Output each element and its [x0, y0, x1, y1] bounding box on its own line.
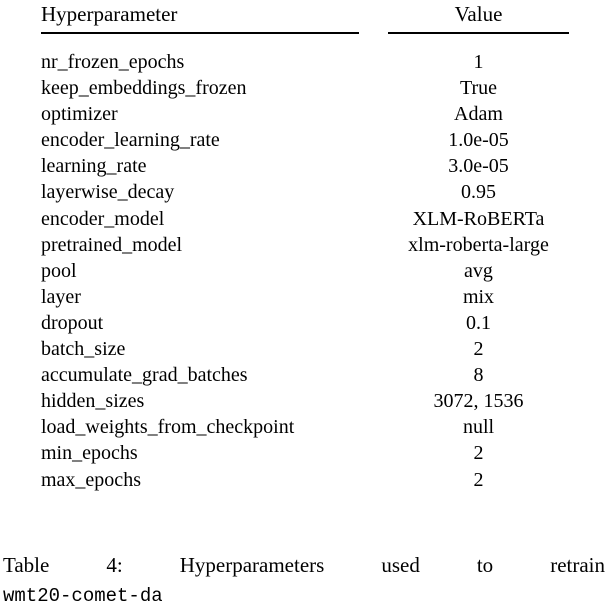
table-row: hidden_sizes 3072, 1536	[0, 388, 608, 414]
header-rule-left	[41, 32, 359, 34]
table-figure-page: Hyperparameter Value nr_frozen_epochs 1 …	[0, 0, 608, 607]
cell-parameter: optimizer	[41, 103, 118, 126]
cell-value: True	[459, 77, 498, 100]
caption-line-1: Table 4: Hyperparameters used to retrain	[3, 551, 605, 580]
cell-parameter: dropout	[41, 311, 104, 334]
cell-value: 3072, 1536	[433, 390, 524, 413]
column-header-hyperparameter: Hyperparameter	[41, 2, 178, 26]
caption-word: retrain	[550, 553, 605, 577]
table-row: layer mix	[0, 284, 608, 310]
table-row: optimizer Adam	[0, 101, 608, 127]
cell-value: 2	[473, 442, 484, 465]
column-header-value: Value	[454, 2, 503, 26]
model-name-code: wmt20-comet-da	[3, 585, 163, 607]
cell-parameter: pretrained_model	[41, 233, 183, 256]
cell-value: 0.1	[466, 311, 491, 334]
caption-word: to	[476, 553, 494, 577]
hyperparameter-table: Hyperparameter Value nr_frozen_epochs 1 …	[0, 0, 608, 491]
table-header-row: Hyperparameter Value	[0, 0, 608, 34]
cell-value: XLM-RoBERTa	[412, 207, 545, 230]
cell-value: Adam	[454, 103, 503, 126]
cell-value: 8	[473, 364, 484, 387]
cell-value: 1.0e-05	[448, 129, 509, 152]
table-row: layerwise_decay 0.95	[0, 179, 608, 205]
cell-parameter: encoder_learning_rate	[41, 129, 220, 152]
cell-parameter: keep_embeddings_frozen	[41, 77, 247, 100]
table-row: keep_embeddings_frozen True	[0, 75, 608, 101]
cell-parameter: layer	[41, 285, 81, 308]
caption-word: 4:	[106, 553, 123, 577]
table-row: max_epochs 2	[0, 467, 608, 493]
table-row: pool avg	[0, 258, 608, 284]
table-row: learning_rate 3.0e-05	[0, 153, 608, 179]
caption-word: Table	[3, 553, 50, 577]
cell-parameter: hidden_sizes	[41, 390, 145, 413]
cell-value: 3.0e-05	[448, 155, 509, 178]
cell-parameter: pool	[41, 259, 77, 282]
cell-parameter: encoder_model	[41, 207, 165, 230]
table-row: batch_size 2	[0, 336, 608, 362]
table-row: nr_frozen_epochs 1	[0, 49, 608, 75]
caption-word: Hyperparameters	[179, 553, 325, 577]
cell-parameter: max_epochs	[41, 468, 141, 491]
table-row: encoder_model XLM-RoBERTa	[0, 206, 608, 232]
cell-value: avg	[464, 259, 493, 282]
cell-parameter: accumulate_grad_batches	[41, 364, 248, 387]
cell-parameter: layerwise_decay	[41, 181, 175, 204]
table-row: dropout 0.1	[0, 310, 608, 336]
table-row: load_weights_from_checkpoint null	[0, 414, 608, 440]
cell-value: 0.95	[461, 181, 496, 204]
caption-word: used	[381, 553, 420, 577]
table-body: nr_frozen_epochs 1 keep_embeddings_froze…	[0, 49, 608, 493]
table-row: encoder_learning_rate 1.0e-05	[0, 127, 608, 153]
cell-value: xlm-roberta-large	[408, 233, 549, 256]
caption-line-2: wmt20-comet-da	[3, 580, 605, 611]
cell-parameter: load_weights_from_checkpoint	[41, 416, 295, 439]
header-rule-right	[388, 32, 569, 34]
cell-value: 1	[473, 51, 484, 73]
cell-value: 2	[473, 468, 484, 491]
cell-value: null	[462, 416, 495, 439]
table-caption: Table 4: Hyperparameters used to retrain…	[3, 551, 605, 611]
cell-parameter: learning_rate	[41, 155, 147, 178]
table-row: pretrained_model xlm-roberta-large	[0, 232, 608, 258]
cell-value: 2	[473, 338, 484, 361]
cell-value: mix	[462, 285, 495, 308]
table-row: accumulate_grad_batches 8	[0, 362, 608, 388]
cell-parameter: batch_size	[41, 338, 126, 361]
table-row: min_epochs 2	[0, 440, 608, 466]
cell-parameter: nr_frozen_epochs	[41, 51, 185, 73]
cell-parameter: min_epochs	[41, 442, 138, 465]
